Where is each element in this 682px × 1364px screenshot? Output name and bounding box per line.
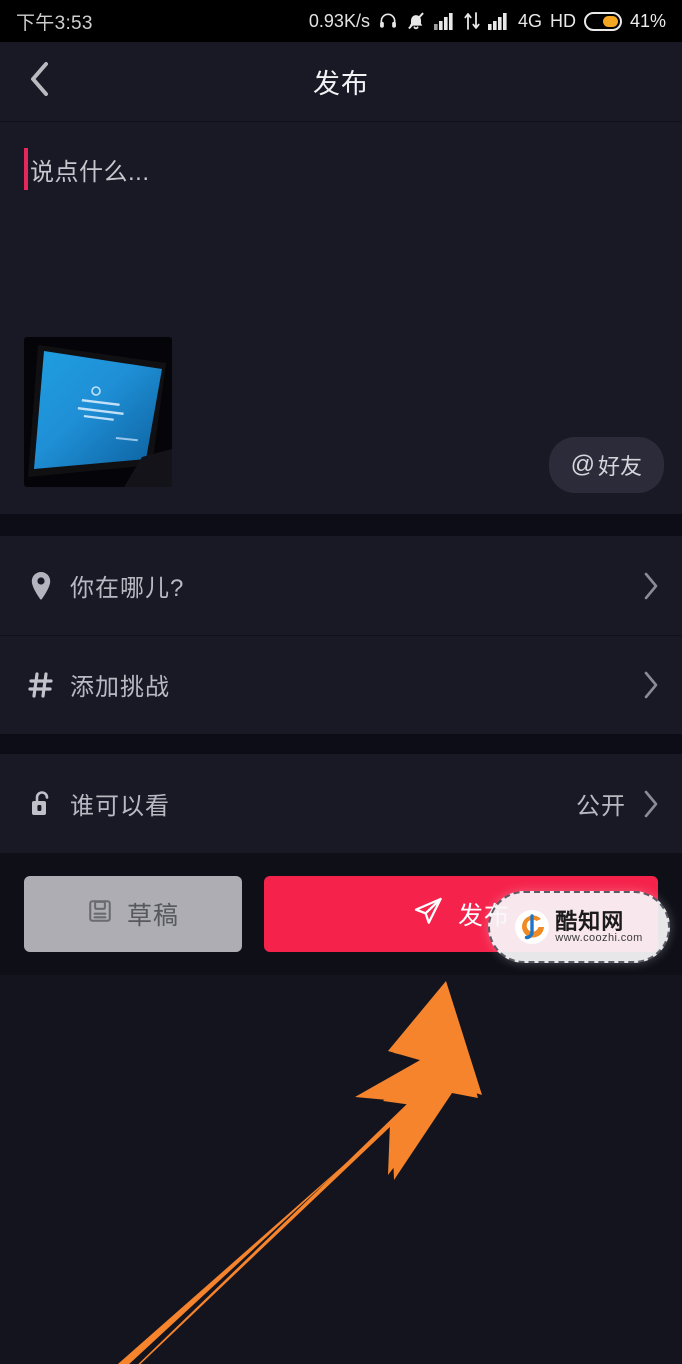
- network-type-label: 4G: [517, 10, 542, 31]
- status-indicators: 0.93K/s 4G HD 41%: [309, 11, 666, 32]
- row-location[interactable]: 你在哪儿?: [0, 536, 682, 635]
- row-privacy[interactable]: 谁可以看 公开: [0, 754, 682, 853]
- row-privacy-label: 谁可以看: [70, 793, 170, 820]
- page-title: 发布: [313, 69, 369, 99]
- section-divider-2: [0, 734, 682, 754]
- watermark-name: 酷知网: [555, 908, 625, 934]
- annotation-arrow: [117, 981, 482, 1364]
- battery-percent: 41%: [629, 10, 666, 31]
- options-panel: 你在哪儿? 添加挑战: [0, 536, 682, 734]
- section-divider-1: [0, 514, 682, 536]
- save-draft-button[interactable]: 草稿: [24, 876, 242, 952]
- caption-placeholder: 说点什么...: [30, 158, 150, 186]
- chevron-right-icon-2: [642, 669, 660, 701]
- at-icon: @: [570, 451, 595, 478]
- status-time: 下午3:53: [16, 12, 93, 34]
- headphone-icon: [378, 11, 398, 31]
- mention-friend-button[interactable]: @ 好友: [548, 437, 664, 493]
- mention-label: 好友: [597, 454, 642, 479]
- app-header: 发布: [0, 42, 682, 122]
- location-pin-icon: [24, 571, 58, 601]
- hd-label: HD: [549, 10, 576, 31]
- phone-screen: 下午3:53 0.93K/s 4G HD 41% 发布 说点什么... @ 好友…: [0, 0, 682, 1364]
- watermark-text: 酷知网 www.coozhi.com: [555, 910, 643, 945]
- watermark: 酷知网 www.coozhi.com: [488, 891, 670, 963]
- data-transfer-icon: [464, 12, 480, 30]
- row-location-label: 你在哪儿?: [70, 575, 185, 602]
- row-challenge-label: 添加挑战: [70, 674, 170, 701]
- watermark-badge: 酷知网 www.coozhi.com: [488, 891, 670, 963]
- signal-bars-icon-2: [487, 12, 510, 30]
- save-draft-label: 草稿: [126, 902, 179, 930]
- video-thumbnail[interactable]: [24, 337, 172, 487]
- status-bar: 下午3:53 0.93K/s 4G HD 41%: [0, 0, 682, 42]
- row-challenge[interactable]: 添加挑战: [0, 635, 682, 734]
- privacy-panel: 谁可以看 公开: [0, 754, 682, 853]
- signal-bars-icon: [433, 12, 456, 30]
- battery-icon: [583, 11, 622, 31]
- composer-area[interactable]: 说点什么... @ 好友: [0, 122, 682, 514]
- chevron-right-icon: [642, 570, 660, 602]
- row-privacy-value: 公开: [576, 793, 626, 820]
- battery-fill: [602, 15, 618, 27]
- chevron-left-icon: [26, 59, 52, 104]
- thumbnail-image: [24, 337, 172, 487]
- caption-input[interactable]: 说点什么...: [24, 146, 658, 192]
- network-speed: 0.93K/s: [308, 10, 370, 31]
- coozhi-logo-icon: [515, 910, 550, 944]
- text-caret: [24, 148, 28, 190]
- bell-muted-icon: [406, 11, 426, 31]
- hashtag-icon: [24, 671, 58, 699]
- chevron-right-icon-3: [642, 788, 660, 820]
- save-floppy-icon: [87, 898, 113, 931]
- send-plane-icon: [412, 895, 444, 934]
- unlock-icon: [24, 789, 58, 819]
- back-button[interactable]: [10, 42, 68, 121]
- watermark-url: www.coozhi.com: [555, 931, 643, 944]
